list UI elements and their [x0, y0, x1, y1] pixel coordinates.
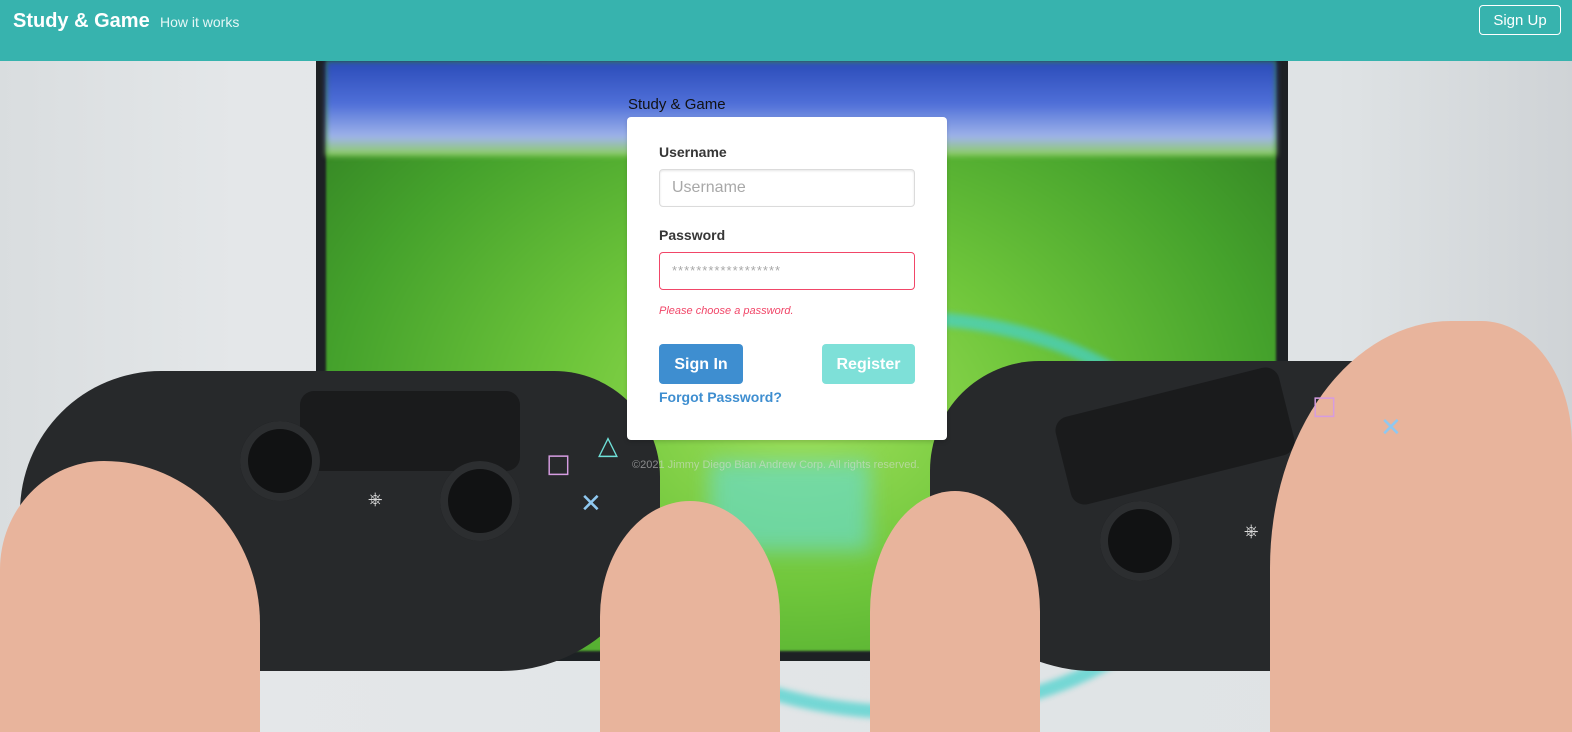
thumbstick-right-2: [1100, 501, 1180, 581]
copyright-text: ©2021 Jimmy Diego Bian Andrew Corp. All …: [632, 459, 920, 471]
username-label: Username: [659, 144, 727, 160]
password-error-message: Please choose a password.: [659, 305, 794, 317]
sign-in-button[interactable]: Sign In: [659, 344, 743, 384]
navbar: Study & Game How it works Sign Up: [0, 0, 1572, 61]
brand-logo[interactable]: Study & Game: [13, 10, 150, 33]
triangle-icon: △: [598, 431, 618, 461]
register-button[interactable]: Register: [822, 344, 915, 384]
page: □ ✕ △ □ ✕ ⎈ ⎈ Study & Game How it works …: [0, 0, 1572, 732]
touchpad-left: [300, 391, 520, 471]
cross-icon: ✕: [1380, 413, 1402, 443]
nav-link-how-it-works[interactable]: How it works: [160, 14, 239, 30]
password-label: Password: [659, 227, 726, 243]
password-input[interactable]: [659, 252, 915, 290]
sign-up-button[interactable]: Sign Up: [1479, 5, 1561, 35]
login-card: Username Password Please choose a passwo…: [627, 117, 947, 440]
thumbstick-left: [240, 421, 320, 501]
login-heading: Study & Game: [628, 96, 726, 113]
square-icon: □: [546, 449, 571, 479]
playstation-logo-icon: ⎈: [1244, 521, 1259, 542]
thumbstick-left-2: [440, 461, 520, 541]
hand-left-thumb: [600, 501, 780, 732]
playstation-logo-icon: ⎈: [368, 489, 383, 510]
square-icon: □: [1312, 391, 1337, 421]
username-input[interactable]: [659, 169, 915, 207]
forgot-password-link[interactable]: Forgot Password?: [659, 389, 782, 405]
hand-right-thumb: [870, 491, 1040, 732]
cross-icon: ✕: [580, 489, 602, 519]
